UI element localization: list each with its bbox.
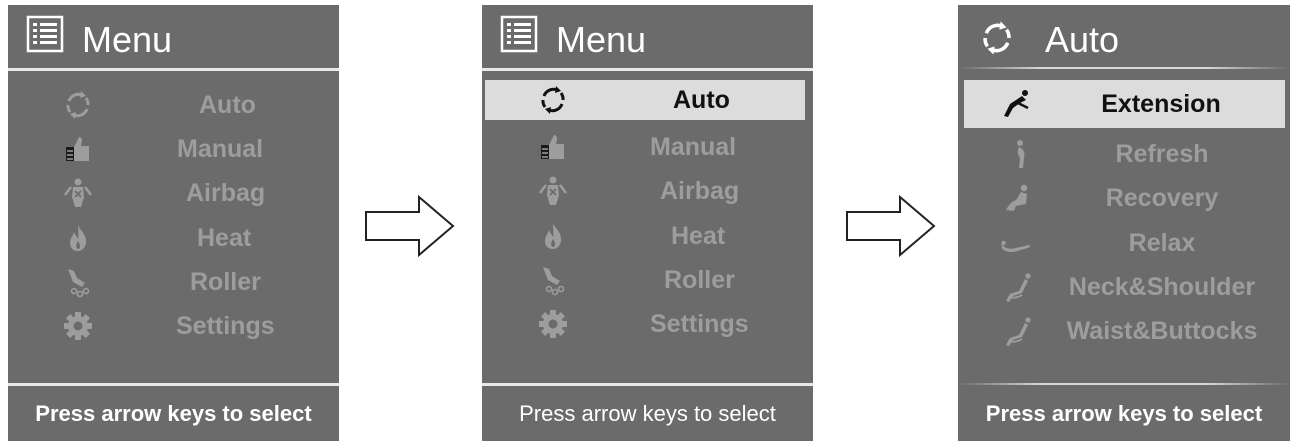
arrow-right-icon xyxy=(846,195,936,257)
panel-header: Auto xyxy=(958,5,1290,68)
program-item-label: Refresh xyxy=(1115,140,1209,168)
menu-item-roller[interactable]: Roller xyxy=(8,262,339,302)
list-icon xyxy=(26,15,64,53)
menu-item-label: Manual xyxy=(650,133,737,161)
page-title: Menu xyxy=(82,19,173,60)
menu-item-airbag[interactable]: Airbag xyxy=(482,171,813,211)
auto-panel: Auto Extension Refresh Recovery Relax Ne… xyxy=(958,5,1290,441)
gear-icon xyxy=(64,312,92,340)
program-item-label: Relax xyxy=(1128,229,1196,257)
divider xyxy=(482,68,813,71)
roller-icon xyxy=(543,267,565,296)
footer-hint: Press arrow keys to select xyxy=(482,386,813,441)
menu-item-label: Settings xyxy=(650,310,749,338)
program-item-label: Neck&Shoulder xyxy=(1068,273,1256,301)
page-title: Menu xyxy=(556,19,647,60)
cycle-icon xyxy=(983,21,1011,55)
divider xyxy=(958,383,1290,385)
menu-item-label: Roller xyxy=(664,266,735,294)
footer-hint: Press arrow keys to select xyxy=(8,386,339,441)
thumbs-up-icon xyxy=(66,137,89,161)
panel-header: Menu xyxy=(482,5,813,68)
flame-icon xyxy=(545,223,562,249)
menu-item-settings[interactable]: Settings xyxy=(8,306,339,346)
cycle-icon xyxy=(541,86,565,114)
footer-text: Press arrow keys to select xyxy=(35,400,312,426)
flame-icon xyxy=(70,225,87,251)
standing-figure-icon xyxy=(1017,140,1025,168)
menu-item-label: Airbag xyxy=(186,179,266,207)
gear-icon xyxy=(539,310,567,338)
airbag-body-icon xyxy=(539,176,567,205)
menu-item-label: Manual xyxy=(177,135,264,163)
divider xyxy=(958,67,1290,69)
program-item-waist-buttocks[interactable]: Waist&Buttocks xyxy=(958,311,1290,351)
menu-item-label: Settings xyxy=(176,312,275,340)
menu-item-auto[interactable]: Auto xyxy=(485,80,805,120)
menu-item-settings[interactable]: Settings xyxy=(482,304,813,344)
program-item-refresh[interactable]: Refresh xyxy=(958,134,1290,174)
thumbs-up-icon xyxy=(541,135,564,159)
roller-icon xyxy=(68,269,90,298)
divider xyxy=(8,68,339,71)
sitting-figure-icon xyxy=(1006,184,1028,211)
reclined-figure-icon xyxy=(1001,240,1031,253)
neck-shoulder-figure-icon xyxy=(1006,273,1031,302)
menu-item-manual[interactable]: Manual xyxy=(8,129,339,169)
program-item-label: Extension xyxy=(1101,90,1221,118)
program-item-label: Waist&Buttocks xyxy=(1066,317,1258,345)
menu-item-manual[interactable]: Manual xyxy=(482,127,813,167)
menu-item-label: Heat xyxy=(197,224,252,252)
menu-panel-2: Menu Auto Manual Airbag Heat Roller Sett… xyxy=(482,5,813,441)
menu-item-auto[interactable]: Auto xyxy=(8,85,339,125)
panel-header: Menu xyxy=(8,5,339,68)
menu-item-airbag[interactable]: Airbag xyxy=(8,173,339,213)
program-item-neck-shoulder[interactable]: Neck&Shoulder xyxy=(958,267,1290,307)
page-title: Auto xyxy=(1045,19,1120,60)
menu-item-label: Roller xyxy=(190,268,261,296)
program-item-label: Recovery xyxy=(1105,184,1219,212)
menu-item-heat[interactable]: Heat xyxy=(482,216,813,256)
menu-item-roller[interactable]: Roller xyxy=(482,260,813,300)
stretch-figure-icon xyxy=(1004,90,1029,117)
waist-buttocks-figure-icon xyxy=(1006,317,1031,346)
menu-item-heat[interactable]: Heat xyxy=(8,218,339,258)
program-item-recovery[interactable]: Recovery xyxy=(958,178,1290,218)
menu-item-label: Auto xyxy=(199,91,256,119)
program-item-relax[interactable]: Relax xyxy=(958,223,1290,263)
menu-item-label: Heat xyxy=(671,222,726,250)
menu-item-label: Airbag xyxy=(660,177,740,205)
airbag-body-icon xyxy=(64,178,92,207)
menu-panel-1: Menu Auto Manual Airbag Heat Roller Sett… xyxy=(8,5,339,441)
program-item-extension[interactable]: Extension xyxy=(964,80,1285,128)
footer-hint: Press arrow keys to select xyxy=(958,386,1290,441)
arrow-right-icon xyxy=(365,195,455,257)
cycle-icon xyxy=(66,91,90,119)
list-icon xyxy=(500,15,538,53)
menu-item-label: Auto xyxy=(673,86,730,114)
footer-text: Press arrow keys to select xyxy=(985,400,1263,426)
footer-text: Press arrow keys to select xyxy=(519,400,776,426)
